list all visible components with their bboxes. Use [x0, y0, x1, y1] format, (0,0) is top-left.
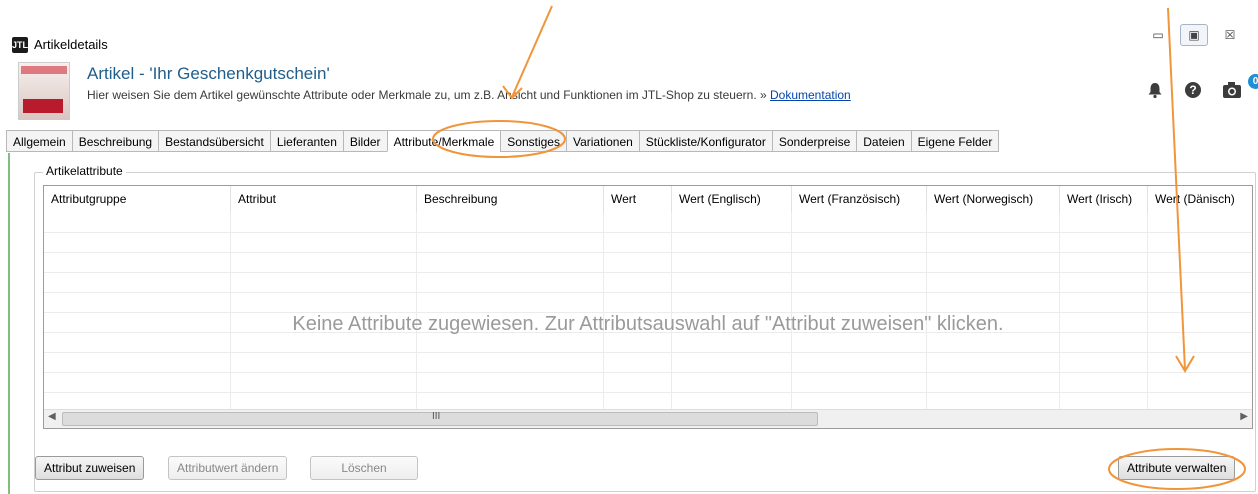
grid-column-line — [230, 212, 231, 410]
page-title: Artikel - 'Ihr Geschenkgutschein' — [87, 64, 330, 83]
tab-beschreibung[interactable]: Beschreibung — [71, 130, 159, 152]
scroll-left-icon[interactable]: ◀ — [48, 411, 56, 422]
tab-bestandsuebersicht[interactable]: Bestandsübersicht — [158, 130, 270, 152]
grid-column-line — [603, 212, 604, 410]
tab-sonderpreise[interactable]: Sonderpreise — [771, 130, 857, 152]
column-header[interactable]: Wert (Dänisch) — [1148, 186, 1252, 212]
column-header[interactable]: Wert (Französisch) — [792, 186, 927, 212]
description-text: Hier weisen Sie dem Artikel gewünschte A… — [87, 88, 770, 102]
empty-message: Keine Attribute zugewiesen. Zur Attribut… — [292, 313, 1004, 335]
tab-bilder[interactable]: Bilder — [342, 130, 387, 152]
bell-icon[interactable] — [1146, 81, 1164, 99]
scrollbar-grip: III — [432, 411, 441, 422]
grid-column-line — [791, 212, 792, 410]
article-header: Artikel - 'Ihr Geschenkgutschein' Hier w… — [8, 58, 1258, 124]
minimize-button[interactable]: ▭ — [1144, 24, 1172, 46]
documentation-link[interactable]: Dokumentation — [770, 88, 851, 102]
column-header[interactable]: Wert — [604, 186, 672, 212]
help-icon[interactable]: ? — [1184, 81, 1202, 99]
article-thumbnail — [18, 62, 70, 120]
attributes-grid[interactable]: Attributgruppe Attribut Beschreibung Wer… — [43, 185, 1253, 429]
tab-variationen[interactable]: Variationen — [565, 130, 639, 152]
column-header[interactable]: Attribut — [231, 186, 417, 212]
change-attribute-value-button[interactable]: Attributwert ändern — [168, 456, 288, 480]
close-button[interactable]: ☒ — [1216, 24, 1244, 46]
grid-row-line — [44, 392, 1252, 393]
column-header[interactable]: Wert (Norwegisch) — [927, 186, 1060, 212]
tab-content: Artikelattribute Attributgruppe Attribut… — [8, 153, 1256, 494]
column-header[interactable]: Wert (Irisch) — [1060, 186, 1148, 212]
delete-button[interactable]: Löschen — [310, 456, 418, 480]
header-icons: ? 0 — [1146, 74, 1258, 100]
grid-row-line — [44, 232, 1252, 233]
maximize-button[interactable]: ▣ — [1180, 24, 1208, 46]
tab-lieferanten[interactable]: Lieferanten — [269, 130, 343, 152]
assign-attribute-button[interactable]: Attribut zuweisen — [35, 456, 145, 480]
tab-sonstiges[interactable]: Sonstiges — [500, 130, 566, 152]
grid-column-line — [671, 212, 672, 410]
grid-row-line — [44, 372, 1252, 373]
grid-row-line — [44, 352, 1252, 353]
app-logo-icon: JTL — [12, 37, 28, 53]
tab-attribute-merkmale[interactable]: Attribute/Merkmale — [386, 130, 501, 152]
column-header[interactable]: Wert (Englisch) — [672, 186, 792, 212]
grid-row-line — [44, 292, 1252, 293]
window-titlebar: JTL Artikeldetails ▭ ▣ ☒ — [0, 24, 1258, 58]
grid-column-line — [1059, 212, 1060, 410]
window-title: Artikeldetails — [34, 37, 108, 52]
manage-attributes-button[interactable]: Attribute verwalten — [1118, 456, 1236, 480]
tab-dateien[interactable]: Dateien — [856, 130, 911, 152]
svg-text:?: ? — [1189, 83, 1196, 97]
tab-stueckliste-konfigurator[interactable]: Stückliste/Konfigurator — [638, 130, 772, 152]
notification-badge: 0 — [1248, 74, 1258, 89]
horizontal-scrollbar[interactable]: ◀ III ▶ — [44, 409, 1252, 428]
grid-header: Attributgruppe Attribut Beschreibung Wer… — [44, 186, 1252, 212]
grid-column-line — [926, 212, 927, 410]
tab-bar: Allgemein Beschreibung Bestandsübersicht… — [6, 130, 1000, 153]
column-header[interactable]: Beschreibung — [417, 186, 604, 212]
page-description: Hier weisen Sie dem Artikel gewünschte A… — [87, 88, 851, 102]
grid-column-line — [416, 212, 417, 410]
camera-icon[interactable]: 0 — [1222, 74, 1258, 100]
tab-eigene-felder[interactable]: Eigene Felder — [910, 130, 1000, 152]
window-controls: ▭ ▣ ☒ — [1144, 24, 1244, 46]
column-header[interactable]: Attributgruppe — [44, 186, 231, 212]
tab-allgemein[interactable]: Allgemein — [6, 130, 72, 152]
scroll-right-icon[interactable]: ▶ — [1240, 411, 1248, 422]
grid-row-line — [44, 252, 1252, 253]
grid-column-line — [1147, 212, 1148, 410]
attributes-group-label: Artikelattribute — [43, 164, 126, 178]
grid-row-line — [44, 272, 1252, 273]
